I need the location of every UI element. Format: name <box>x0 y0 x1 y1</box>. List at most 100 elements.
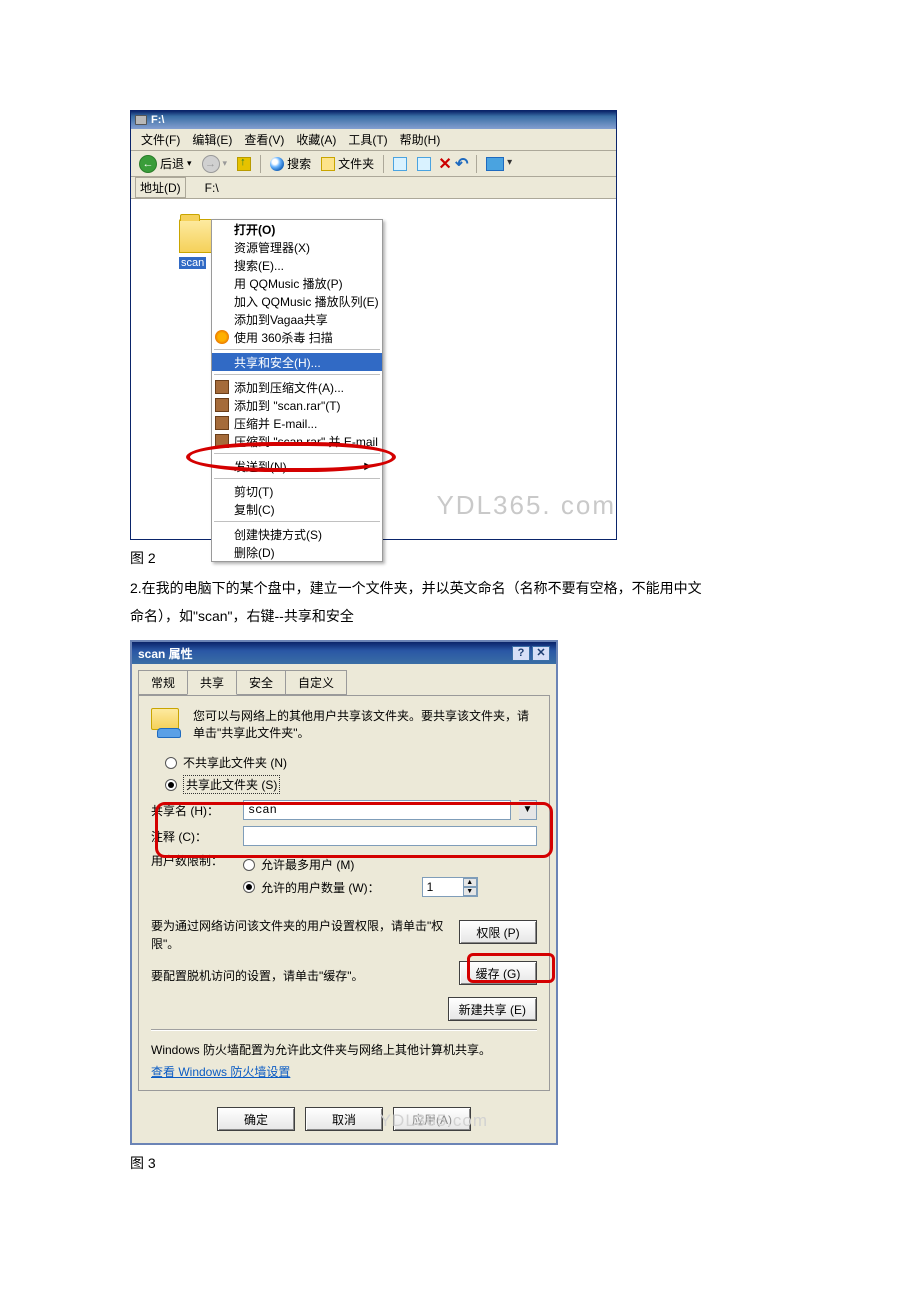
input-value: scan <box>248 803 277 817</box>
tab-general[interactable]: 常规 <box>138 670 188 695</box>
copyto-icon <box>417 157 431 171</box>
cm-vagaa[interactable]: 添加到Vagaa共享 <box>212 310 382 328</box>
up-icon <box>237 157 251 171</box>
cm-add-rar-named[interactable]: 添加到 "scan.rar"(T) <box>212 396 382 414</box>
views-button[interactable] <box>482 155 508 173</box>
folders-button[interactable]: 文件夹 <box>317 153 378 174</box>
explorer-window: F:\ 文件(F) 编辑(E) 查看(V) 收藏(A) 工具(T) 帮助(H) … <box>130 110 617 540</box>
radio-usercount[interactable]: 允许的用户数量 (W)： 1 ▲ ▼ <box>243 877 537 897</box>
share-name-dropdown[interactable]: ▼ <box>519 800 537 820</box>
addressbar: 地址(D) F:\ <box>131 177 616 199</box>
cm-sendto[interactable]: 发送到(N) ▶ <box>212 457 382 475</box>
cm-qqmusic-play[interactable]: 用 QQMusic 播放(P) <box>212 274 382 292</box>
cm-label: 发送到(N) <box>234 458 287 475</box>
menu-tools[interactable]: 工具(T) <box>342 129 393 150</box>
menu-edit[interactable]: 编辑(E) <box>186 129 238 150</box>
cm-delete[interactable]: 删除(D) <box>212 543 382 561</box>
radio-label: 不共享此文件夹 (N) <box>183 754 287 771</box>
userlimit-label: 用户数限制： <box>151 852 235 869</box>
spin-up-icon[interactable]: ▲ <box>463 878 477 887</box>
copyto-button[interactable] <box>413 155 435 173</box>
cm-qqmusic-queue[interactable]: 加入 QQMusic 播放队列(E) <box>212 292 382 310</box>
cache-button[interactable]: 缓存 (G) <box>459 961 537 985</box>
drive-icon <box>190 183 202 193</box>
toolbar-sep <box>383 155 384 173</box>
menu-separator <box>214 521 380 522</box>
delete-button[interactable]: ✕ <box>437 154 453 174</box>
menu-file[interactable]: 文件(F) <box>135 129 186 150</box>
folder-name: scan <box>179 257 206 269</box>
menu-separator <box>214 374 380 375</box>
radio-label: 允许的用户数量 (W)： <box>261 879 380 896</box>
newshare-button[interactable]: 新建共享 (E) <box>448 997 537 1021</box>
forward-button[interactable]: → ▾ <box>198 153 232 175</box>
radio-icon <box>165 757 177 769</box>
cm-add-rar[interactable]: 添加到压缩文件(A)... <box>212 378 382 396</box>
menu-help[interactable]: 帮助(H) <box>394 129 447 150</box>
undo-button[interactable]: ↶ <box>455 154 471 174</box>
cm-open[interactable]: 打开(O) <box>212 220 382 238</box>
close-button[interactable]: ✕ <box>532 646 550 661</box>
menu-fav[interactable]: 收藏(A) <box>290 129 342 150</box>
tab-custom[interactable]: 自定义 <box>285 670 347 695</box>
address-input[interactable]: F:\ <box>190 181 219 195</box>
input-value: 1 <box>423 880 463 894</box>
archive-icon <box>215 416 229 430</box>
cm-copy[interactable]: 复制(C) <box>212 500 382 518</box>
shield-icon <box>215 330 229 344</box>
address-value: F:\ <box>205 181 219 195</box>
cm-rar-email-named[interactable]: 压缩到 "scan.rar" 并 E-mail <box>212 432 382 450</box>
menu-separator <box>214 453 380 454</box>
moveto-icon <box>393 157 407 171</box>
radio-share[interactable]: 共享此文件夹 (S) <box>165 775 537 794</box>
tab-security[interactable]: 安全 <box>236 670 286 695</box>
dialog-titlebar: scan 属性 ? ✕ <box>132 642 556 664</box>
forward-icon: → <box>202 155 220 173</box>
share-name-label: 共享名 (H)： <box>151 802 235 819</box>
ok-button[interactable]: 确定 <box>217 1107 295 1131</box>
address-label[interactable]: 地址(D) <box>135 177 186 198</box>
window-titlebar: F:\ <box>131 111 616 129</box>
apply-button[interactable]: 应用(A) <box>393 1107 471 1131</box>
cm-360scan[interactable]: 使用 360杀毒 扫描 <box>212 328 382 346</box>
comment-input[interactable] <box>243 826 537 846</box>
body-text-line2: 命名），如"scan"，右键--共享和安全 <box>130 602 790 630</box>
sharing-panel: 您可以与网络上的其他用户共享该文件夹。要共享该文件夹，请单击"共享此文件夹"。 … <box>138 695 550 1091</box>
menu-view[interactable]: 查看(V) <box>238 129 290 150</box>
radio-icon <box>243 881 255 893</box>
usercount-input[interactable]: 1 ▲ ▼ <box>422 877 478 897</box>
cancel-button[interactable]: 取消 <box>305 1107 383 1131</box>
radio-noshare[interactable]: 不共享此文件夹 (N) <box>165 754 537 771</box>
explorer-content[interactable]: scan 打开(O) 资源管理器(X) 搜索(E)... 用 QQMusic 播… <box>131 199 616 539</box>
radio-icon <box>243 859 255 871</box>
back-button[interactable]: ← 后退 ▾ <box>135 153 196 175</box>
up-button[interactable] <box>233 155 255 173</box>
cm-explorer[interactable]: 资源管理器(X) <box>212 238 382 256</box>
help-button[interactable]: ? <box>512 646 530 661</box>
folder-item[interactable]: scan <box>131 199 223 539</box>
menubar: 文件(F) 编辑(E) 查看(V) 收藏(A) 工具(T) 帮助(H) <box>131 129 616 151</box>
radio-icon <box>165 779 177 791</box>
context-menu: 打开(O) 资源管理器(X) 搜索(E)... 用 QQMusic 播放(P) … <box>211 219 383 562</box>
search-button[interactable]: 搜索 <box>266 153 315 174</box>
spin-down-icon[interactable]: ▼ <box>463 887 477 896</box>
tab-sharing[interactable]: 共享 <box>187 670 237 695</box>
moveto-button[interactable] <box>389 155 411 173</box>
menu-separator <box>214 478 380 479</box>
cm-share-security[interactable]: 共享和安全(H)... <box>212 353 382 371</box>
share-name-input[interactable]: scan <box>243 800 511 820</box>
panel-rule <box>151 1029 537 1031</box>
radio-maxusers[interactable]: 允许最多用户 (M) <box>243 856 537 873</box>
cm-search[interactable]: 搜索(E)... <box>212 256 382 274</box>
cm-cut[interactable]: 剪切(T) <box>212 482 382 500</box>
watermark: YDL365. com <box>436 490 616 521</box>
firewall-link[interactable]: 查看 Windows 防火墙设置 <box>151 1065 290 1079</box>
cm-label: 压缩并 E-mail... <box>234 415 317 432</box>
search-icon <box>270 157 284 171</box>
cm-rar-email[interactable]: 压缩并 E-mail... <box>212 414 382 432</box>
submenu-arrow-icon: ▶ <box>364 461 372 472</box>
toolbar-sep <box>476 155 477 173</box>
share-info-text: 您可以与网络上的其他用户共享该文件夹。要共享该文件夹，请单击"共享此文件夹"。 <box>193 708 537 742</box>
permissions-button[interactable]: 权限 (P) <box>459 920 537 944</box>
cm-shortcut[interactable]: 创建快捷方式(S) <box>212 525 382 543</box>
